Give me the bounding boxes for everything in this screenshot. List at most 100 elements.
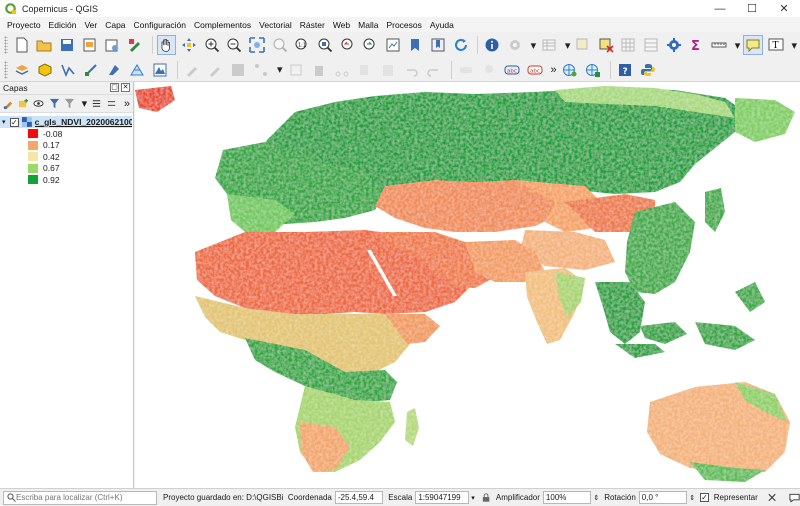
map-canvas[interactable] (135, 82, 800, 488)
current-edits-button[interactable] (182, 60, 202, 80)
rotation-spin-icon[interactable]: ⇕ (689, 494, 695, 502)
pin-labels-button[interactable] (479, 60, 499, 80)
run-action-button[interactable] (505, 35, 525, 55)
zoom-to-native-button[interactable]: 1:1 (292, 35, 312, 55)
layer-item-ndvi[interactable]: ▾ ✓ c_gls_NDVI_2020062100 (0, 116, 132, 128)
refresh-button[interactable] (451, 35, 471, 55)
add-raster-layer-button[interactable] (81, 60, 101, 80)
text-annotation-button[interactable]: T (766, 35, 786, 55)
new-print-layout-button[interactable] (80, 35, 100, 55)
label-tool-button[interactable] (456, 60, 476, 80)
select-features-button[interactable] (573, 35, 593, 55)
manage-visibility-button[interactable] (33, 97, 45, 110)
layer-visibility-checkbox[interactable]: ✓ (9, 117, 19, 127)
field-calculator-button[interactable] (619, 35, 639, 55)
toggle-editing-button[interactable] (205, 60, 225, 80)
save-project-button[interactable] (57, 35, 77, 55)
add-group-button[interactable] (17, 97, 29, 110)
expand-all-button[interactable] (90, 97, 102, 110)
zoom-next-button[interactable] (360, 35, 380, 55)
locator-box[interactable] (3, 490, 157, 505)
digitize-button[interactable] (251, 60, 271, 80)
menu-ver[interactable]: Ver (80, 20, 101, 30)
new-map-view-button[interactable] (383, 35, 403, 55)
annotation-dropdown-icon[interactable]: ▾ (792, 39, 798, 52)
maximize-button[interactable]: ☐ (736, 0, 768, 17)
action-dropdown-icon[interactable]: ▾ (531, 39, 537, 52)
menu-procesos[interactable]: Procesos (382, 20, 425, 30)
plugin-globe-2-button[interactable] (583, 60, 603, 80)
layer-labeling-button[interactable]: abc (502, 60, 522, 80)
toolbar-grip[interactable] (4, 36, 8, 54)
panel-float-button[interactable]: ▢ (110, 83, 119, 92)
add-delimited-text-button[interactable] (104, 60, 124, 80)
redo-button[interactable] (424, 60, 444, 80)
magnifier-spin-icon[interactable]: ⇕ (593, 494, 599, 502)
add-vector-layer-button[interactable] (58, 60, 78, 80)
expand-layer-icon[interactable]: ▾ (2, 118, 10, 126)
save-edits-button[interactable] (228, 60, 248, 80)
zoom-out-button[interactable] (225, 35, 245, 55)
open-attribute-table-button[interactable] (539, 35, 559, 55)
scale-dropdown-icon[interactable]: ▾ (471, 494, 475, 502)
filter-dropdown-icon[interactable]: ▾ (82, 97, 88, 110)
zoom-to-selection-button[interactable] (270, 35, 290, 55)
show-bookmarks-button[interactable] (428, 35, 448, 55)
panel-close-button[interactable]: ✕ (121, 83, 130, 92)
help-button[interactable]: ? (615, 60, 635, 80)
collapse-all-button[interactable] (106, 97, 118, 110)
digitize-dropdown-icon[interactable]: ▾ (277, 63, 283, 76)
locator-input[interactable] (16, 493, 156, 502)
add-mesh-layer-button[interactable] (127, 60, 147, 80)
measure-line-button[interactable] (709, 35, 729, 55)
menu-capa[interactable]: Capa (101, 20, 129, 30)
layout-manager-button[interactable] (102, 35, 122, 55)
measure-dropdown-icon[interactable]: ▾ (735, 39, 741, 52)
statistics-button[interactable] (641, 35, 661, 55)
python-console-button[interactable] (638, 60, 658, 80)
identify-features-button[interactable] (482, 35, 502, 55)
toolbar-overflow-icon[interactable]: » (551, 64, 557, 76)
plugin-globe-button[interactable] (560, 60, 580, 80)
menu-ayuda[interactable]: Ayuda (426, 20, 458, 30)
menu-configuracion[interactable]: Configuración (130, 20, 190, 30)
undo-button[interactable] (401, 60, 421, 80)
close-button[interactable]: ✕ (768, 0, 800, 17)
add-wms-layer-button[interactable] (150, 60, 170, 80)
zoom-full-button[interactable] (247, 35, 267, 55)
map-tips-button[interactable] (743, 35, 763, 55)
crs-icon[interactable] (767, 492, 777, 503)
table-dropdown-icon[interactable]: ▾ (565, 39, 571, 52)
menu-vectorial[interactable]: Vectorial (255, 20, 296, 30)
deselect-all-button[interactable] (596, 35, 616, 55)
pan-to-selection-button[interactable] (179, 35, 199, 55)
menu-complementos[interactable]: Complementos (190, 20, 255, 30)
open-styling-button[interactable] (2, 97, 14, 110)
menu-malla[interactable]: Malla (354, 20, 382, 30)
cut-features-button[interactable] (332, 60, 352, 80)
new-bookmark-button[interactable] (406, 35, 426, 55)
data-source-manager-button[interactable] (12, 60, 32, 80)
lock-icon[interactable] (481, 492, 491, 503)
panel-overflow-icon[interactable]: » (124, 98, 130, 110)
menu-edicion[interactable]: Edición (45, 20, 81, 30)
minimize-button[interactable]: — (704, 0, 736, 17)
paste-features-button[interactable] (378, 60, 398, 80)
menu-web[interactable]: Web (329, 20, 354, 30)
open-project-button[interactable] (35, 35, 55, 55)
scale-field[interactable]: 1:59047199 (415, 491, 470, 504)
style-manager-button[interactable] (125, 35, 145, 55)
zoom-to-layer-button[interactable] (315, 35, 335, 55)
filter-expression-button[interactable] (63, 97, 75, 110)
zoom-in-button[interactable] (202, 35, 222, 55)
processing-toolbox-button[interactable] (664, 35, 684, 55)
magnifier-field[interactable]: 100% (542, 491, 592, 504)
menu-proyecto[interactable]: Proyecto (3, 20, 45, 30)
zoom-last-button[interactable] (338, 35, 358, 55)
rotation-field[interactable]: 0,0 ° (638, 491, 688, 504)
new-project-button[interactable] (12, 35, 32, 55)
messages-icon[interactable] (789, 492, 800, 503)
menu-raster[interactable]: Ráster (296, 20, 329, 30)
coordinate-field[interactable]: -25.4,59.4 (334, 491, 384, 504)
summary-statistics-button[interactable]: Σ (686, 35, 706, 55)
